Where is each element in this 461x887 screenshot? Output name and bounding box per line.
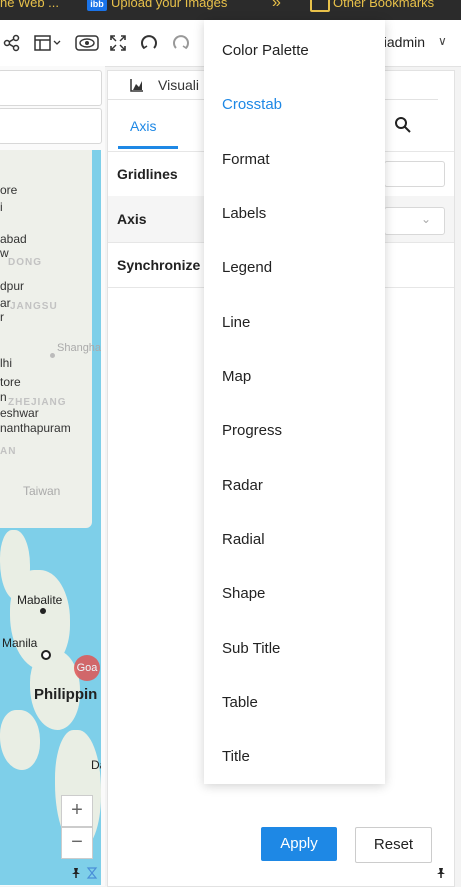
undo-icon[interactable] [138,32,160,54]
map-label: r [0,310,4,324]
redo-icon[interactable] [170,32,192,54]
map-label: Shanghai [57,342,101,354]
preview-icon[interactable] [74,32,100,54]
map-label: tore [0,375,21,389]
more-bookmarks-chevron-icon[interactable]: » [272,0,281,12]
bookmarks-bar: he Web ... ibb Upload your Images » Othe… [0,0,461,20]
map-region-label: JANGSU [10,301,58,312]
folder-icon [310,0,330,12]
bookmark-upload-images[interactable]: Upload your Images [111,0,227,10]
map-region-label: AN [0,446,17,457]
menu-item-shape[interactable]: Shape [222,585,265,602]
menu-item-crosstab[interactable]: Crosstab [222,96,282,113]
pin-icon[interactable] [70,866,82,878]
map-island [0,710,40,770]
map-label: Da [91,758,101,772]
menu-item-sub-title[interactable]: Sub Title [222,640,280,657]
layout-icon[interactable] [32,32,64,54]
hourglass-icon [86,866,98,879]
zoom-in-button[interactable]: + [61,795,93,827]
tab-axis[interactable]: Axis [130,118,156,134]
section-label: Synchronize [117,257,201,273]
manila-dot-icon [41,650,51,660]
chevron-down-icon: ⌄ [421,212,432,226]
section-label: Axis [117,211,147,227]
gridlines-input[interactable] [384,161,445,187]
search-icon[interactable] [394,116,412,139]
map-label: n [0,390,7,404]
map-label: nanthapuram [0,421,71,435]
properties-dropdown-menu: Color Palette Crosstab Format Labels Leg… [204,20,385,784]
left-input-top[interactable] [0,70,102,106]
tab-active-indicator [118,146,178,149]
section-label: Gridlines [117,166,178,182]
map-marker[interactable]: Goa [74,655,100,681]
bookmark-web[interactable]: he Web ... [0,0,59,10]
menu-item-radar[interactable]: Radar [222,477,263,494]
map-label: Manila [2,636,38,650]
menu-item-map[interactable]: Map [222,368,251,385]
map-label: ore [0,183,18,197]
menu-item-color-palette[interactable]: Color Palette [222,42,309,59]
menu-item-progress[interactable]: Progress [222,422,282,439]
map-label: i [0,200,3,214]
map-label: abad [0,232,27,246]
left-input-second[interactable] [0,108,102,144]
mabalite-dot-icon [40,608,46,614]
menu-item-table[interactable]: Table [222,694,258,711]
menu-item-format[interactable]: Format [222,151,270,168]
map-label: dpur [0,279,25,293]
shanghai-dot-icon [50,353,55,358]
map-label: Philippin [34,686,98,703]
apply-button[interactable]: Apply [261,827,337,861]
fullscreen-icon[interactable] [107,32,129,54]
menu-item-labels[interactable]: Labels [222,205,266,222]
reset-button[interactable]: Reset [355,827,432,863]
map-label: lhi [0,356,13,370]
bookmark-other[interactable]: Other Bookmarks [333,0,434,10]
pin-icon[interactable] [435,866,447,878]
menu-item-radial[interactable]: Radial [222,531,265,548]
share-icon[interactable] [1,32,23,54]
map-view[interactable]: ore i abad w DONG dpur ar JANGSU r Shang… [0,150,101,885]
map-label: Mabalite [17,593,63,607]
zoom-out-button[interactable]: − [61,827,93,859]
menu-item-legend[interactable]: Legend [222,259,272,276]
visualization-title: Visuali [158,77,199,93]
chart-icon [130,78,144,97]
map-label: eshwar [0,406,39,420]
menu-item-title[interactable]: Title [222,748,250,765]
map-region-label: DONG [8,257,42,268]
imgbb-logo-icon: ibb [87,0,107,11]
user-menu-chevron-icon[interactable]: ∨ [438,34,447,48]
map-label: Taiwan [23,484,61,498]
axis-select[interactable]: ⌄ [384,207,445,235]
map-land-mass [0,150,92,528]
menu-item-line[interactable]: Line [222,314,250,331]
